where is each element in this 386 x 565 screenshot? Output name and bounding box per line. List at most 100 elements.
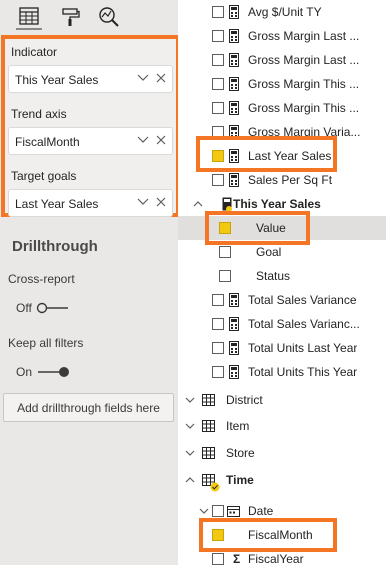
- chevron-down-icon[interactable]: [184, 447, 196, 459]
- checkbox[interactable]: [219, 270, 231, 282]
- checkbox[interactable]: [212, 30, 224, 42]
- field-label: Avg $/Unit TY: [248, 5, 322, 19]
- field-label: Date: [248, 504, 274, 518]
- trend-axis-field[interactable]: FiscalMonth: [8, 127, 173, 155]
- field-label: Total Sales Variance: [248, 293, 357, 307]
- table-row[interactable]: Item: [178, 414, 386, 438]
- format-tab[interactable]: [57, 4, 83, 30]
- table-label: Time: [226, 473, 254, 487]
- close-icon[interactable]: [155, 196, 167, 208]
- field-row[interactable]: Σ FiscalYear: [178, 547, 386, 565]
- chevron-up-icon[interactable]: [184, 474, 196, 486]
- toggle-off-icon[interactable]: [36, 301, 70, 315]
- checkbox[interactable]: [212, 318, 224, 330]
- checkbox[interactable]: [219, 246, 231, 258]
- field-label: Value: [256, 221, 286, 235]
- chevron-down-icon[interactable]: [136, 71, 150, 85]
- kpi-group-label: This Year Sales: [233, 197, 321, 211]
- kpi-icon: [222, 197, 232, 211]
- field-row[interactable]: Avg $/Unit TY: [178, 0, 386, 24]
- checkbox[interactable]: [212, 553, 224, 565]
- checkbox[interactable]: [212, 6, 224, 18]
- table-row[interactable]: Store: [178, 441, 386, 465]
- pane-tabs: [0, 0, 178, 34]
- field-row[interactable]: Last Year Sales: [178, 144, 386, 168]
- calculator-icon: [229, 29, 239, 43]
- field-row[interactable]: Total Units This Year: [178, 360, 386, 384]
- indicator-label: Indicator: [11, 45, 58, 59]
- field-label: Total Units Last Year: [248, 341, 358, 355]
- field-label: Status: [256, 269, 291, 283]
- chevron-up-icon[interactable]: [192, 198, 204, 210]
- indicator-value: This Year Sales: [15, 73, 99, 87]
- checkbox[interactable]: [212, 126, 224, 138]
- chevron-down-icon[interactable]: [184, 420, 196, 432]
- close-icon[interactable]: [155, 72, 167, 84]
- close-icon[interactable]: [155, 134, 167, 146]
- field-label: Gross Margin This ...: [248, 77, 360, 91]
- field-row[interactable]: Total Sales Varianc...: [178, 312, 386, 336]
- chevron-down-icon[interactable]: [136, 195, 150, 209]
- field-row[interactable]: Gross Margin Varia...: [178, 120, 386, 144]
- field-row[interactable]: Total Units Last Year: [178, 336, 386, 360]
- checkbox[interactable]: [212, 294, 224, 306]
- cross-report-state: Off: [16, 301, 32, 315]
- chevron-down-icon[interactable]: [184, 394, 196, 406]
- table-icon: [202, 447, 215, 459]
- calculator-icon: [229, 149, 239, 163]
- calculator-icon: [229, 365, 239, 379]
- checkbox-checked[interactable]: [212, 529, 224, 541]
- chevron-down-icon[interactable]: [198, 505, 210, 517]
- toggle-on-icon[interactable]: [36, 365, 70, 379]
- keep-filters-toggle[interactable]: On: [16, 363, 70, 381]
- field-row[interactable]: Gross Margin This ...: [178, 72, 386, 96]
- calculator-icon: [229, 341, 239, 355]
- keep-filters-label: Keep all filters: [8, 336, 84, 350]
- add-drillthrough-fields[interactable]: Add drillthrough fields here: [3, 393, 174, 422]
- checkbox-checked[interactable]: [219, 222, 231, 234]
- checkbox[interactable]: [212, 102, 224, 114]
- kpi-child-row[interactable]: Value: [178, 216, 386, 240]
- kpi-child-row[interactable]: Goal: [178, 240, 386, 264]
- cross-report-label: Cross-report: [8, 272, 75, 286]
- target-goals-field[interactable]: Last Year Sales: [8, 189, 173, 217]
- indicator-field[interactable]: This Year Sales: [8, 65, 173, 93]
- field-row[interactable]: Gross Margin Last ...: [178, 48, 386, 72]
- calculator-icon: [229, 293, 239, 307]
- checkbox[interactable]: [212, 174, 224, 186]
- checkbox[interactable]: [212, 54, 224, 66]
- hierarchy-row[interactable]: Date: [178, 499, 386, 523]
- table-row-expanded[interactable]: Time: [178, 468, 386, 492]
- cross-report-toggle[interactable]: Off: [16, 299, 70, 317]
- checkbox-checked[interactable]: [212, 150, 224, 162]
- field-label: FiscalYear: [248, 552, 304, 565]
- checkbox[interactable]: [212, 505, 224, 517]
- kpi-group-row[interactable]: This Year Sales: [178, 192, 386, 216]
- chevron-down-icon[interactable]: [136, 133, 150, 147]
- paint-roller-icon: [62, 8, 80, 26]
- kpi-child-row[interactable]: Status: [178, 264, 386, 288]
- field-label: Total Units This Year: [248, 365, 358, 379]
- visualizations-pane: Indicator This Year Sales Trend axis Fis…: [0, 0, 180, 565]
- fields-tab[interactable]: [16, 4, 42, 30]
- table-grid-icon: [19, 7, 39, 25]
- field-row[interactable]: Sales Per Sq Ft: [178, 168, 386, 192]
- fields-pane: Avg $/Unit TY Gross Margin Last ... Gros…: [178, 0, 386, 565]
- field-row[interactable]: Gross Margin This ...: [178, 96, 386, 120]
- field-wells: Indicator This Year Sales Trend axis Fis…: [1, 35, 180, 217]
- checkbox[interactable]: [212, 342, 224, 354]
- drillthrough-title: Drillthrough: [12, 238, 98, 255]
- calendar-icon: [227, 506, 240, 517]
- field-row[interactable]: Gross Margin Last ...: [178, 24, 386, 48]
- table-label: District: [226, 393, 263, 407]
- sigma-icon: Σ: [233, 552, 241, 565]
- field-row[interactable]: FiscalMonth: [178, 523, 386, 547]
- field-row[interactable]: Total Sales Variance: [178, 288, 386, 312]
- calculator-icon: [229, 53, 239, 67]
- table-label: Item: [226, 419, 250, 433]
- table-row[interactable]: District: [178, 388, 386, 412]
- calculator-icon: [229, 77, 239, 91]
- analytics-tab[interactable]: [96, 4, 122, 30]
- checkbox[interactable]: [212, 366, 224, 378]
- checkbox[interactable]: [212, 78, 224, 90]
